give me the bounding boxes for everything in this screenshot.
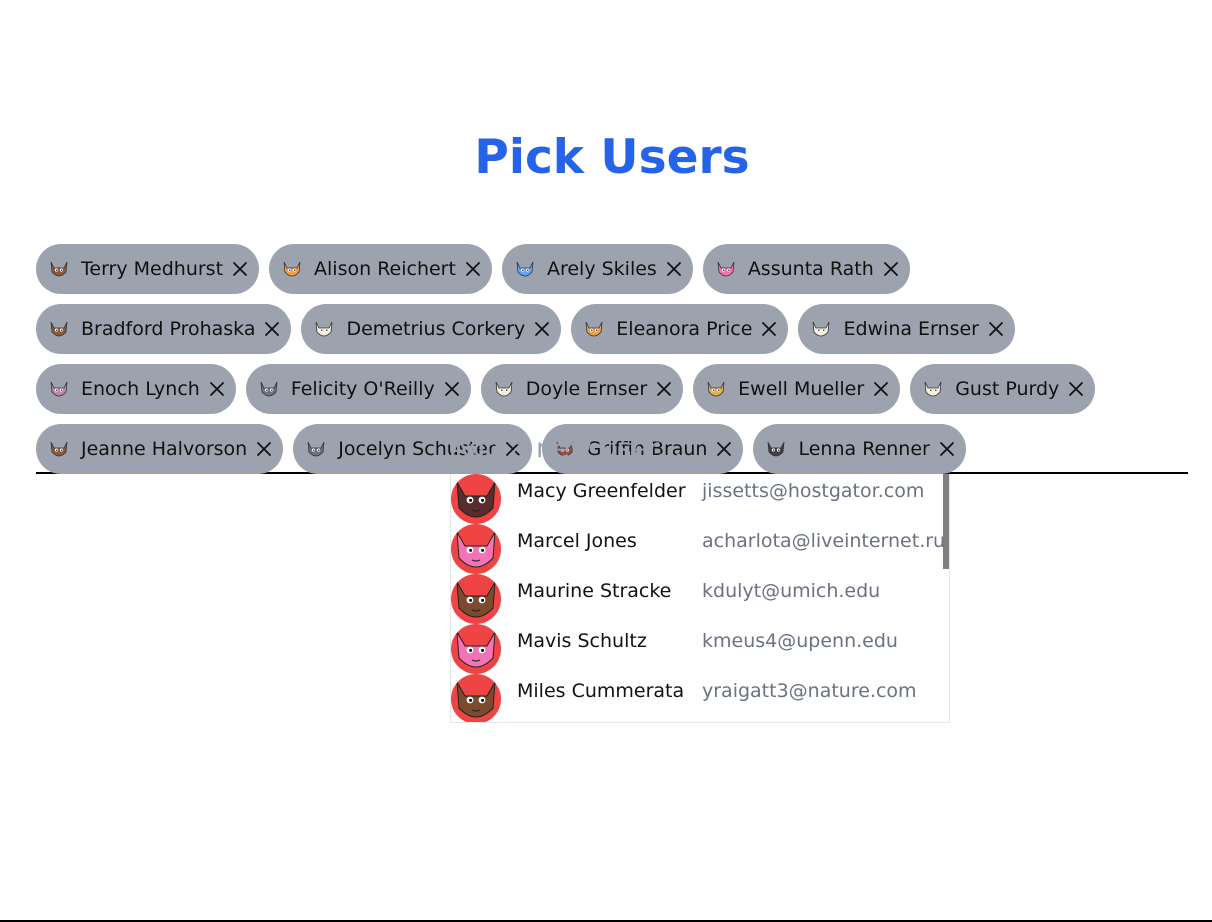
selected-user-chip: Edwina Ernser (798, 304, 1015, 354)
user-avatar-icon (303, 436, 329, 462)
selected-user-chip: Felicity O'Reilly (245, 364, 471, 414)
chip-label: Assunta Rath (747, 258, 874, 280)
chip-label: Ewell Mueller (738, 378, 865, 400)
suggestion-email: acharlota@liveinternet.ru (702, 530, 946, 552)
user-avatar-icon (46, 256, 72, 282)
remove-user-close-icon[interactable] (663, 258, 685, 280)
selected-user-chip: Ewell Mueller (693, 364, 901, 414)
remove-user-close-icon[interactable] (229, 258, 251, 280)
user-avatar-icon (279, 256, 305, 282)
remove-user-close-icon[interactable] (206, 378, 228, 400)
user-avatar-icon (491, 376, 517, 402)
chip-label: Edwina Ernser (843, 318, 979, 340)
selected-user-chip: Terry Medhurst (36, 244, 260, 294)
chip-label: Alison Reichert (314, 258, 456, 280)
remove-user-close-icon[interactable] (253, 438, 275, 460)
selected-user-chip: Enoch Lynch (36, 364, 236, 414)
selected-user-chip: Alison Reichert (269, 244, 492, 294)
user-avatar-icon (256, 376, 282, 402)
suggestion-avatar (451, 474, 501, 524)
selected-user-chip: Doyle Ernser (480, 364, 684, 414)
suggestion-option[interactable]: Mavis Schultz kmeus4@upenn.edu (451, 624, 949, 674)
add-user-input[interactable] (450, 424, 1150, 472)
remove-user-close-icon[interactable] (653, 378, 675, 400)
user-avatar-icon (808, 316, 834, 342)
user-avatar-icon (46, 316, 72, 342)
suggestion-name: Mavis Schultz (517, 630, 647, 652)
suggestion-avatar (451, 624, 501, 674)
suggestion-email: yraigatt3@nature.com (702, 680, 917, 702)
suggestion-name: Marcel Jones (517, 530, 637, 552)
remove-user-close-icon[interactable] (985, 318, 1007, 340)
chip-label: Doyle Ernser (525, 378, 648, 400)
suggestions-list: Macy Greenfelder jissetts@hostgator.com Ma… (451, 474, 949, 722)
user-avatar-icon (581, 316, 607, 342)
selected-user-chip: Bradford Prohaska (36, 304, 292, 354)
dropdown-scrollbar[interactable] (943, 474, 949, 569)
chip-label: Jeanne Halvorson (81, 438, 248, 460)
suggestion-email: jissetts@hostgator.com (702, 480, 925, 502)
chip-label: Felicity O'Reilly (290, 378, 435, 400)
suggestion-email: kdulyt@umich.edu (702, 580, 881, 602)
remove-user-close-icon[interactable] (880, 258, 902, 280)
user-avatar-icon (46, 436, 72, 462)
suggestion-name: Macy Greenfelder (517, 480, 686, 502)
chip-label: Terry Medhurst (81, 258, 224, 280)
remove-user-close-icon[interactable] (1065, 378, 1087, 400)
selected-user-chip: Eleanora Price (571, 304, 789, 354)
user-avatar-icon (713, 256, 739, 282)
remove-user-close-icon[interactable] (261, 318, 283, 340)
page-title: Pick Users (474, 130, 750, 185)
selected-user-chip: Arely Skiles (501, 244, 693, 294)
suggestion-email: kmeus4@upenn.edu (702, 630, 898, 652)
remove-user-close-icon[interactable] (870, 378, 892, 400)
suggestion-option[interactable]: Maurine Stracke kdulyt@umich.edu (451, 574, 949, 624)
chip-label: Demetrius Corkery (346, 318, 526, 340)
suggestion-avatar (451, 524, 501, 574)
remove-user-close-icon[interactable] (758, 318, 780, 340)
suggestion-option[interactable]: Macy Greenfelder jissetts@hostgator.com (451, 474, 949, 524)
remove-user-close-icon[interactable] (441, 378, 463, 400)
chip-label: Enoch Lynch (81, 378, 200, 400)
suggestion-option[interactable]: Marcel Jones acharlota@liveinternet.ru (451, 524, 949, 574)
suggestion-avatar (451, 574, 501, 624)
selected-user-chip: Jeanne Halvorson (36, 424, 284, 474)
user-avatar-icon (703, 376, 729, 402)
selected-user-chip: Demetrius Corkery (301, 304, 562, 354)
page: Pick Users Terry Medhurst Alison Reichert… (0, 0, 1212, 922)
user-avatar-icon (46, 376, 72, 402)
chip-label: Eleanora Price (616, 318, 753, 340)
user-avatar-icon (920, 376, 946, 402)
selected-user-chip: Gust Purdy (910, 364, 1096, 414)
chip-label: Gust Purdy (955, 378, 1060, 400)
selected-user-chip: Assunta Rath (702, 244, 910, 294)
suggestion-name: Maurine Stracke (517, 580, 672, 602)
suggestion-name: Miles Cummerata (517, 680, 685, 702)
user-avatar-icon (311, 316, 337, 342)
suggestion-option[interactable]: Miles Cummerata yraigatt3@nature.com (451, 674, 949, 722)
chip-label: Arely Skiles (546, 258, 657, 280)
chip-label: Bradford Prohaska (81, 318, 256, 340)
remove-user-close-icon[interactable] (531, 318, 553, 340)
suggestions-dropdown[interactable]: Macy Greenfelder jissetts@hostgator.com Ma… (450, 474, 950, 723)
suggestion-avatar (451, 674, 501, 722)
user-avatar-icon (512, 256, 538, 282)
remove-user-close-icon[interactable] (462, 258, 484, 280)
user-picker: Terry Medhurst Alison Reichert Arely Skile… (36, 244, 1188, 474)
